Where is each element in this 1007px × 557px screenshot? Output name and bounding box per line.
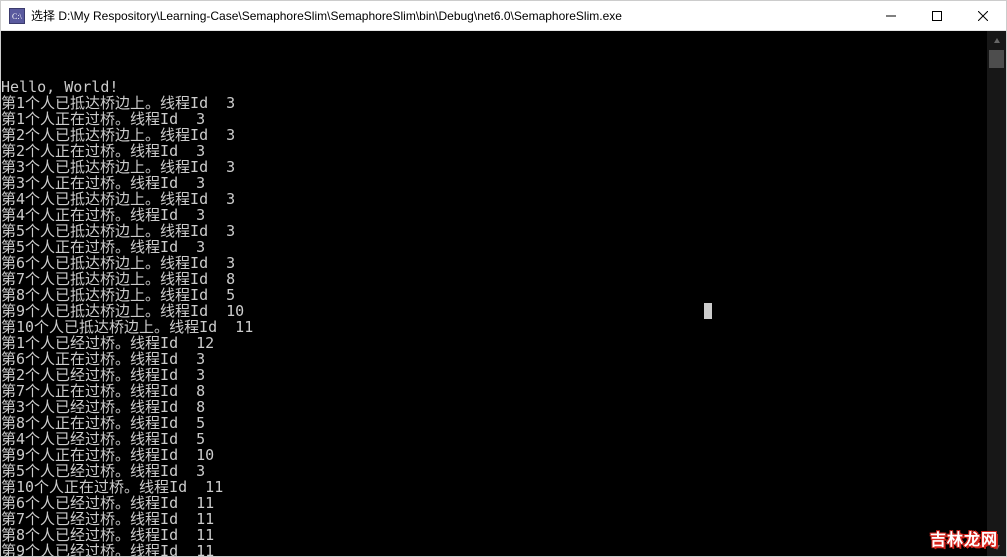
console-line: 第8个人已抵达桥边上。线程Id 5 [1,287,987,303]
maximize-button[interactable] [914,1,960,30]
console-output[interactable]: Hello, World!第1个人已抵达桥边上。线程Id 3第1个人正在过桥。线… [1,31,987,556]
console-line: 第9个人已抵达桥边上。线程Id 10 [1,303,987,319]
console-line: 第9个人正在过桥。线程Id 10 [1,447,987,463]
selection-caret [704,303,712,319]
console-line: 第1个人已抵达桥边上。线程Id 3 [1,95,987,111]
console-line: 第1个人已经过桥。线程Id 12 [1,335,987,351]
close-button[interactable] [960,1,1006,30]
console-line: 第3个人已经过桥。线程Id 8 [1,399,987,415]
console-line: 第6个人已抵达桥边上。线程Id 3 [1,255,987,271]
console-line: 第7个人正在过桥。线程Id 8 [1,383,987,399]
window-controls [868,1,1006,30]
console-line: 第4个人正在过桥。线程Id 3 [1,207,987,223]
console-line: 第7个人已抵达桥边上。线程Id 8 [1,271,987,287]
console-line: 第5个人已抵达桥边上。线程Id 3 [1,223,987,239]
console-line: 第10个人已抵达桥边上。线程Id 11 [1,319,987,335]
scroll-up-arrow[interactable] [987,31,1006,50]
console-line: 第6个人正在过桥。线程Id 3 [1,351,987,367]
console-line: 第7个人已经过桥。线程Id 11 [1,511,987,527]
titlebar: C:\ 选择 D:\My Respository\Learning-Case\S… [1,1,1006,31]
vertical-scrollbar[interactable] [987,31,1006,556]
console-line: 第3个人正在过桥。线程Id 3 [1,175,987,191]
console-line: 第8个人正在过桥。线程Id 5 [1,415,987,431]
console-line: 第9个人已经过桥。线程Id 11 [1,543,987,556]
console-line: 第4个人已经过桥。线程Id 5 [1,431,987,447]
minimize-button[interactable] [868,1,914,30]
console-line: 第5个人正在过桥。线程Id 3 [1,239,987,255]
scroll-track[interactable] [987,50,1006,537]
console-line: 第4个人已抵达桥边上。线程Id 3 [1,191,987,207]
console-line: 第2个人已抵达桥边上。线程Id 3 [1,127,987,143]
console-line: 第2个人正在过桥。线程Id 3 [1,143,987,159]
console-line: 第6个人已经过桥。线程Id 11 [1,495,987,511]
svg-text:C:\: C:\ [12,12,23,21]
console-line: 第8个人已经过桥。线程Id 11 [1,527,987,543]
console-app-icon: C:\ [9,8,25,24]
window-title: 选择 D:\My Respository\Learning-Case\Semap… [31,7,868,24]
console-line: 第1个人正在过桥。线程Id 3 [1,111,987,127]
console-line: 第10个人正在过桥。线程Id 11 [1,479,987,495]
console-line: Hello, World! [1,79,987,95]
console-line: 第3个人已抵达桥边上。线程Id 3 [1,159,987,175]
console-line: 第5个人已经过桥。线程Id 3 [1,463,987,479]
watermark: 吉林龙网 [930,526,998,550]
console-line: 第2个人已经过桥。线程Id 3 [1,367,987,383]
scroll-thumb[interactable] [989,50,1004,68]
